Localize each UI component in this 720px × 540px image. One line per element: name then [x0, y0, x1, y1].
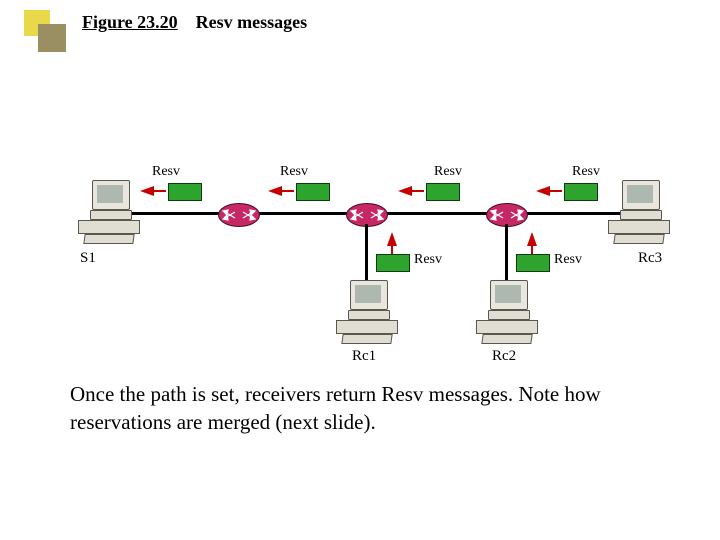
resv-packet-1 [168, 183, 202, 201]
arrow-stem [282, 190, 294, 192]
arrow-left-icon [140, 186, 154, 196]
arrow-up-icon [387, 232, 397, 246]
figure-number: Figure 23.20 [82, 12, 178, 32]
figure-caption: Resv messages [196, 12, 307, 32]
label-rc3: Rc3 [638, 250, 662, 267]
label-s1: S1 [80, 250, 96, 267]
resv-packet-3 [426, 183, 460, 201]
figure-title: Figure 23.20 Resv messages [82, 12, 307, 33]
resv-label-1: Resv [152, 164, 180, 180]
router-1 [218, 203, 260, 227]
host-rc1 [336, 280, 396, 344]
resv-label-4: Resv [572, 164, 600, 180]
arrow-stem [412, 190, 424, 192]
resv-label-5: Resv [414, 252, 442, 268]
host-rc3 [608, 180, 668, 244]
resv-packet-2 [296, 183, 330, 201]
arrow-up-icon [527, 232, 537, 246]
resv-packet-6 [516, 254, 550, 272]
arrow-left-icon [536, 186, 550, 196]
resv-label-3: Resv [434, 164, 462, 180]
label-rc2: Rc2 [492, 348, 516, 365]
arrow-left-icon [268, 186, 282, 196]
arrow-stem [550, 190, 562, 192]
resv-packet-4 [564, 183, 598, 201]
arrow-stem [154, 190, 166, 192]
slide-bullet [24, 10, 66, 52]
resv-label-6: Resv [554, 252, 582, 268]
resv-label-2: Resv [280, 164, 308, 180]
arrow-left-icon [398, 186, 412, 196]
slide-caption: Once the path is set, receivers return R… [70, 380, 650, 437]
resv-packet-5 [376, 254, 410, 272]
host-s1 [78, 180, 138, 244]
host-rc2 [476, 280, 536, 344]
label-rc1: Rc1 [352, 348, 376, 365]
network-diagram: S1 Rc3 Rc1 Rc2 Res [78, 150, 668, 350]
